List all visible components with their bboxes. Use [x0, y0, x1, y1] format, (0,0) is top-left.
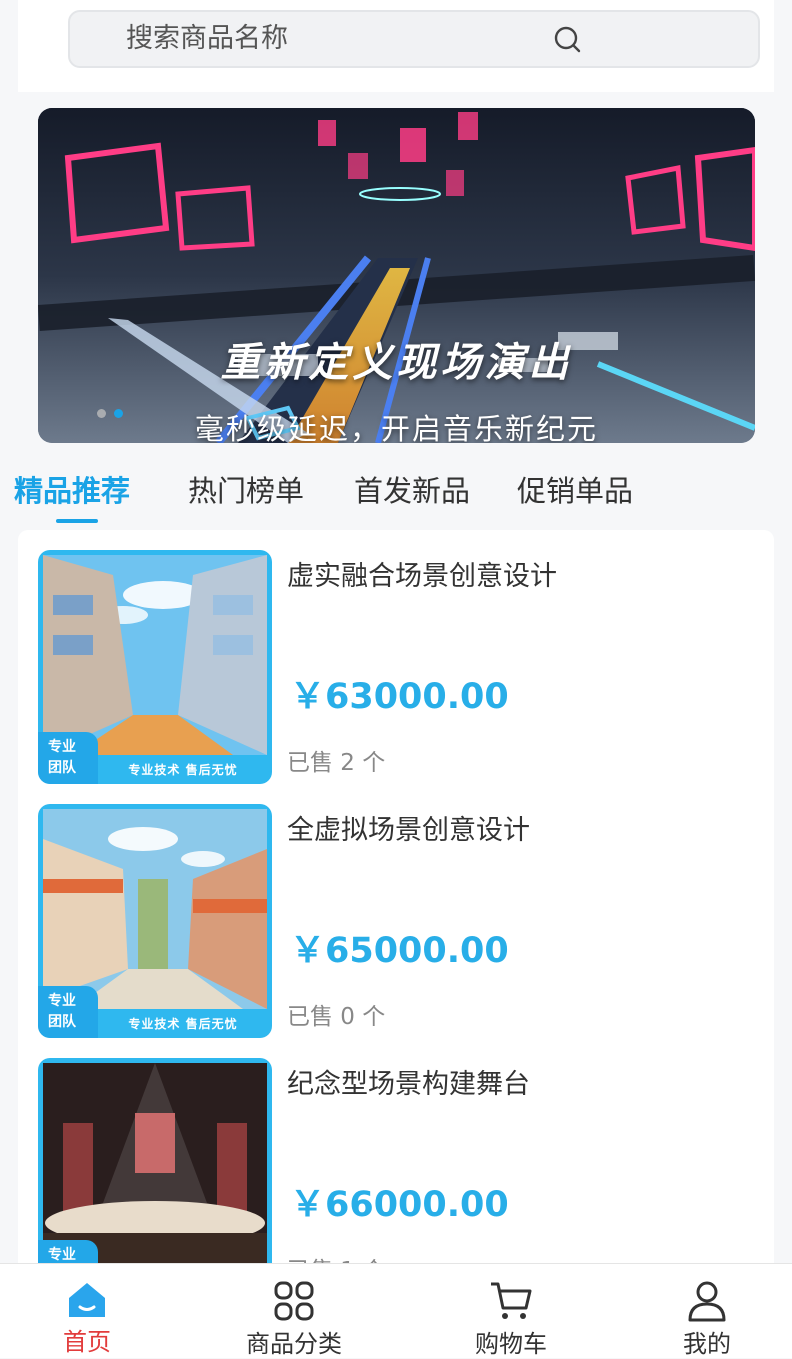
banner-dot[interactable] — [97, 409, 106, 418]
tab-featured[interactable]: 精品推荐 — [14, 468, 130, 510]
badge-line-1: 专业 — [48, 993, 76, 1009]
badge-line-1: 专业 — [48, 739, 76, 755]
badge-line-1: 专业 — [48, 1247, 76, 1263]
home-icon — [69, 1283, 105, 1317]
active-tab-indicator — [56, 519, 98, 523]
tabbar-home-label: 首页 — [63, 1328, 111, 1356]
banner-stage-image — [38, 108, 755, 443]
team-badge: 专业 团队 — [38, 732, 98, 784]
product-image-street — [43, 555, 267, 755]
tabbar-cart[interactable]: 购物车 — [462, 1264, 560, 1358]
product-sold-count: 已售 2 个 — [287, 750, 386, 776]
product-image-town — [43, 809, 267, 1009]
product-price: ￥63000.00 — [290, 677, 509, 717]
tabbar-cart-label: 购物车 — [475, 1330, 547, 1358]
promo-banner[interactable]: 重新定义现场演出 毫秒级延迟，开启音乐新纪元 — [38, 108, 755, 443]
product-card[interactable]: 专业 团队 专业技术 售后无忧 虚实融合场景创意设计 ￥63000.00 已售 … — [38, 550, 758, 784]
product-name[interactable]: 虚实融合场景创意设计 — [287, 554, 557, 593]
banner-title: 重新定义现场演出 — [220, 340, 573, 386]
tabbar-profile[interactable]: 我的 — [664, 1264, 750, 1358]
category-tabs: 精品推荐 热门榜单 首发新品 促销单品 — [0, 460, 792, 530]
tabbar-profile-label: 我的 — [683, 1330, 731, 1358]
cart-icon — [491, 1282, 532, 1319]
product-price: ￥65000.00 — [290, 931, 509, 971]
banner-subtitle: 毫秒级延迟，开启音乐新纪元 — [194, 412, 598, 443]
search-input[interactable] — [126, 12, 526, 66]
badge-line-2: 团队 — [48, 760, 76, 776]
badge-line-2: 团队 — [48, 1014, 76, 1030]
search-area — [18, 0, 774, 92]
product-thumbnail[interactable]: 专业 团队 专业技术 售后无忧 — [38, 550, 272, 784]
product-price: ￥66000.00 — [290, 1185, 509, 1225]
thumb-slogan: 专业技术 售后无忧 — [128, 1017, 238, 1031]
search-bar[interactable] — [68, 10, 760, 68]
banner-dot-active[interactable] — [114, 409, 123, 418]
product-name[interactable]: 全虚拟场景创意设计 — [287, 808, 530, 847]
product-image-stage — [43, 1063, 267, 1263]
search-icon[interactable] — [552, 24, 584, 56]
product-thumbnail[interactable]: 专业 团队 专业技术 售后无忧 — [38, 804, 272, 1038]
thumb-slogan: 专业技术 售后无忧 — [128, 763, 238, 777]
product-name[interactable]: 纪念型场景构建舞台 — [287, 1062, 530, 1101]
tab-promotion[interactable]: 促销单品 — [517, 468, 633, 510]
tabbar-home[interactable]: 首页 — [40, 1264, 134, 1358]
bottom-tab-bar: 首页 商品分类 购物车 我的 — [0, 1263, 792, 1358]
tabbar-category-label: 商品分类 — [246, 1330, 342, 1358]
team-badge: 专业 团队 — [38, 1240, 98, 1263]
tabbar-category[interactable]: 商品分类 — [232, 1264, 356, 1358]
product-sold-count: 已售 1 个 — [287, 1251, 385, 1263]
product-card[interactable]: 专业 团队 专业技术 售后无忧 全虚拟场景创意设计 ￥65000.00 已售 0… — [38, 804, 758, 1038]
product-card[interactable]: 专业 团队 专业技术 售后无忧 纪念型场景构建舞台 ￥66000.00 已售 1… — [38, 1058, 758, 1263]
category-icon — [274, 1281, 314, 1321]
user-icon — [688, 1281, 726, 1322]
tab-hot-list[interactable]: 热门榜单 — [188, 468, 304, 510]
tab-new-release[interactable]: 首发新品 — [354, 468, 470, 510]
product-thumbnail[interactable]: 专业 团队 专业技术 售后无忧 — [38, 1058, 272, 1263]
team-badge: 专业 团队 — [38, 986, 98, 1038]
product-sold-count: 已售 0 个 — [287, 1004, 386, 1030]
